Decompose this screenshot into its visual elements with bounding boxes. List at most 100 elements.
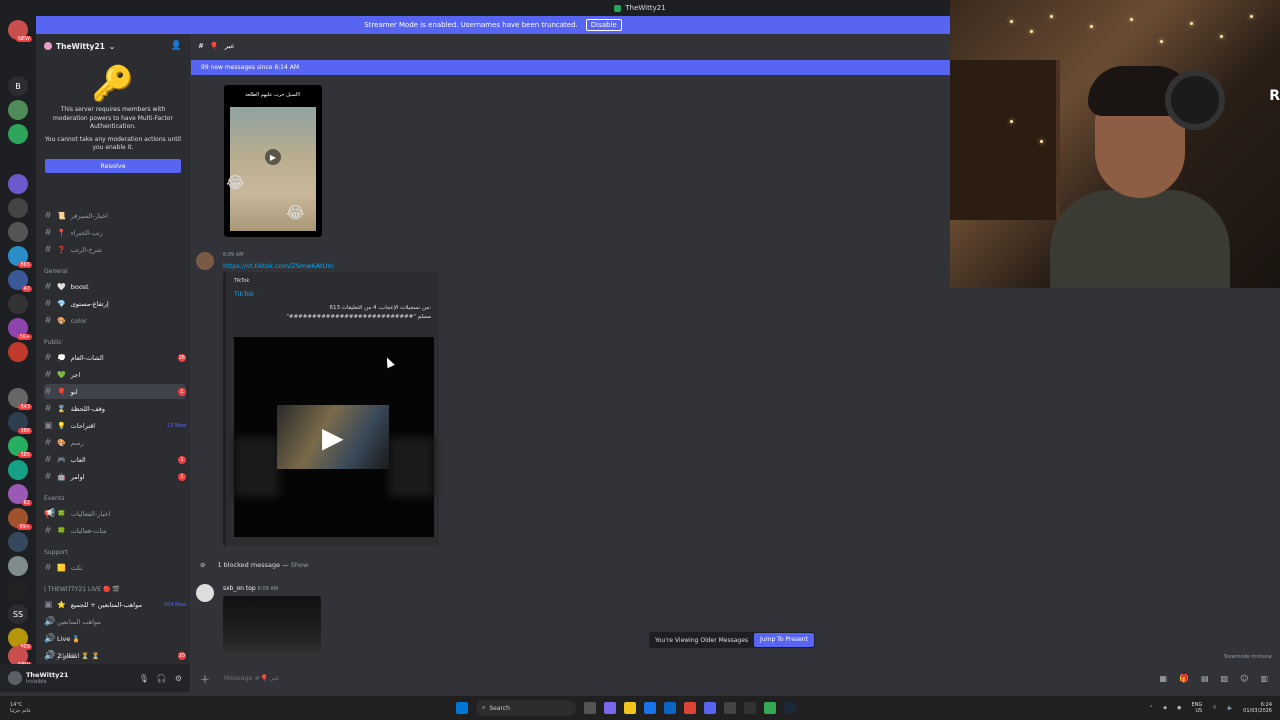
channel-item[interactable]: # 💭 الشات-العام 26: [44, 350, 186, 365]
add-member-icon[interactable]: 👤: [171, 41, 182, 51]
app-icon[interactable]: [724, 702, 736, 714]
server-icon[interactable]: [8, 556, 28, 576]
server-icon[interactable]: [8, 294, 28, 314]
server-icon[interactable]: 343: [8, 388, 32, 410]
server-icon[interactable]: [8, 532, 28, 552]
server-icon[interactable]: SS: [8, 604, 28, 624]
show-blocked-link[interactable]: Show: [291, 561, 309, 569]
channel-item[interactable]: # 💎 إرتفاع-مستوى: [44, 296, 186, 311]
server-icon[interactable]: B: [8, 76, 28, 96]
grid-icon[interactable]: ▥: [1260, 674, 1268, 683]
emoji-icon[interactable]: ☺: [1240, 674, 1248, 683]
embed-author[interactable]: TikTok ·: [234, 290, 258, 298]
channel-item[interactable]: # ❓ شرح-الرتب: [44, 242, 186, 257]
tray-icon[interactable]: ◉: [1177, 705, 1181, 711]
server-icon[interactable]: 386: [8, 412, 32, 434]
avatar[interactable]: [196, 252, 214, 270]
headphones-icon[interactable]: 🎧: [157, 674, 167, 683]
channel-item[interactable]: # ⌛ وقف-اللحظة: [44, 401, 186, 416]
message-author[interactable]: sxb_on top 6:09 AM: [223, 585, 278, 592]
channel-item[interactable]: # 🎨 رسم: [44, 435, 186, 450]
play-icon[interactable]: ▶: [322, 421, 344, 454]
server-icon[interactable]: [8, 174, 28, 194]
channel-item[interactable]: # 💚 اجر: [44, 367, 186, 382]
embed-video[interactable]: ▶: [234, 337, 434, 537]
new-messages-bar[interactable]: 99 new messages since 6:14 AM: [191, 60, 950, 75]
taskbar-search[interactable]: ⌕ Search: [476, 700, 576, 716]
steam-icon[interactable]: [784, 702, 796, 714]
message-input[interactable]: Message #🎈 عبر: [224, 674, 280, 682]
clock[interactable]: 6:24 01/03/2026: [1243, 702, 1272, 714]
language-indicator[interactable]: ENG US: [1191, 702, 1202, 714]
server-header[interactable]: TheWitty21 ⌄ 👤: [36, 34, 190, 58]
server-icon[interactable]: [8, 460, 28, 480]
voice-channel[interactable]: 🔊 Live 🏅: [44, 631, 186, 646]
folder-icon[interactable]: [624, 702, 636, 714]
server-icon[interactable]: [8, 222, 28, 242]
channel-item[interactable]: # 🤖 اوامر 1: [44, 469, 186, 484]
channel-item-selected[interactable]: # 🎈 ابو 1: [44, 384, 186, 399]
app-icon[interactable]: [604, 702, 616, 714]
server-icon[interactable]: 3K+: [8, 318, 32, 340]
server-icon[interactable]: [8, 342, 28, 362]
task-view-icon[interactable]: [584, 702, 596, 714]
server-icon[interactable]: 385: [8, 436, 32, 458]
server-icon[interactable]: 909: [8, 628, 32, 650]
server-icon[interactable]: NEW: [8, 20, 32, 42]
category-general[interactable]: General: [44, 268, 68, 275]
server-icon[interactable]: 865: [8, 246, 32, 268]
server-icon[interactable]: 62: [8, 484, 32, 506]
channel-item[interactable]: # 🤍 boost: [44, 279, 186, 294]
tray-icon[interactable]: ◈: [1163, 705, 1167, 711]
weather-widget[interactable]: 14°C غائم جزئيا: [10, 702, 31, 714]
channel-item[interactable]: ▣ 💡 اقتراحات 13 New: [44, 418, 186, 433]
channel-item[interactable]: # 🟨 تكت: [44, 560, 186, 575]
server-icon[interactable]: 99+: [8, 508, 32, 530]
server-icon[interactable]: NEW: [8, 646, 32, 668]
voice-channel[interactable]: 🔊 الانتظار 20: [44, 648, 186, 663]
server-icon[interactable]: [8, 100, 28, 120]
category-events[interactable]: Events: [44, 495, 64, 502]
category-live[interactable]: | THEWITTY21 LIVE 🔴 🎬: [44, 586, 120, 593]
obs-icon[interactable]: [744, 702, 756, 714]
apps-icon[interactable]: ▦: [1159, 674, 1167, 683]
channel-item[interactable]: # 🍀 شات-فعاليات: [44, 523, 186, 538]
server-icon[interactable]: 47: [8, 270, 32, 292]
gift-icon[interactable]: 🎁: [1179, 674, 1189, 683]
category-support[interactable]: Support: [44, 549, 68, 556]
tiktok-link[interactable]: https://vt.tiktok.com/ZSmw6AtUV/: [223, 262, 334, 270]
plus-icon[interactable]: ＋: [200, 671, 210, 686]
channel-item[interactable]: # 🎨 color: [44, 313, 186, 328]
sticker-icon[interactable]: ▧: [1221, 674, 1229, 683]
wifi-icon[interactable]: ⌔: [1212, 705, 1217, 711]
resolve-button[interactable]: Resolve: [45, 158, 181, 173]
server-icon[interactable]: [8, 124, 28, 144]
channel-item[interactable]: # 📜 اخبار-السيرفر: [44, 208, 186, 223]
browser-icon[interactable]: [644, 702, 656, 714]
microphone-icon[interactable]: 🎙: [139, 674, 149, 683]
chevron-up-icon[interactable]: ⌃: [1149, 705, 1153, 711]
discord-icon[interactable]: [704, 702, 716, 714]
gif-icon[interactable]: ▤: [1201, 674, 1209, 683]
jump-to-present-button[interactable]: Jump To Present: [754, 633, 814, 647]
channel-item[interactable]: ▣ ⭐ مواهب-المتابعين + للجميع 104 New: [44, 597, 186, 612]
channel-item[interactable]: # 🎮 العاب 1: [44, 452, 186, 467]
play-icon[interactable]: ▶: [265, 149, 281, 165]
category-public[interactable]: Public: [44, 339, 62, 346]
channel-item[interactable]: # 📍 رتب-الخبراء: [44, 225, 186, 240]
app-icon[interactable]: [684, 702, 696, 714]
channel-item[interactable]: 📢 🍀 اخبار-الفعاليات: [44, 506, 186, 521]
voice-channel[interactable]: 🔊 مواهب المتابعين: [44, 614, 186, 629]
gear-icon[interactable]: ⚙: [175, 674, 182, 683]
image-attachment[interactable]: [223, 596, 321, 656]
app-icon[interactable]: [664, 702, 676, 714]
chrome-icon[interactable]: [764, 702, 776, 714]
avatar[interactable]: [8, 671, 22, 685]
image-attachment[interactable]: السيل خرب عليهم الطلعة! ▶ 😂 😂: [224, 85, 322, 237]
server-icon[interactable]: [8, 198, 28, 218]
disable-streamer-button[interactable]: Disable: [585, 19, 622, 31]
server-icon[interactable]: [8, 580, 28, 600]
start-icon[interactable]: [456, 702, 468, 714]
speaker-icon[interactable]: 🔈: [1227, 705, 1233, 711]
avatar[interactable]: [196, 584, 214, 602]
